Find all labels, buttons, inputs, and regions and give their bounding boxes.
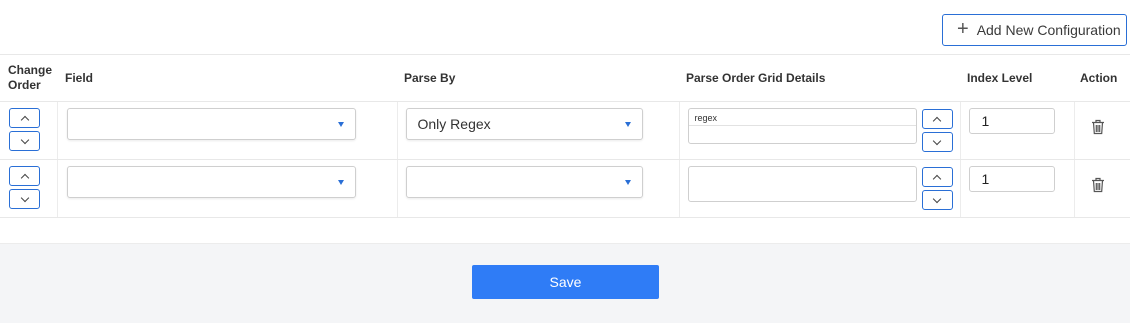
parse-by-cell [397, 159, 680, 218]
parse-details-cell [679, 159, 961, 218]
trash-icon[interactable] [1091, 177, 1105, 193]
parse-by-select-value: Only Regex [417, 116, 491, 132]
index-level-cell: 1 [960, 101, 1075, 160]
parse-by-select[interactable]: Only Regex [405, 108, 643, 140]
action-cell [1074, 101, 1130, 160]
header-parse-order-grid-details: Parse Order Grid Details [679, 54, 960, 102]
header-action: Action [1074, 54, 1130, 102]
parse-details-cell: regex [679, 101, 961, 160]
chevron-up-icon [20, 173, 29, 182]
chevron-up-icon [20, 115, 29, 124]
header-parse-by: Parse By [397, 54, 679, 102]
move-down-button[interactable] [9, 131, 40, 151]
index-level-cell: 1 [960, 159, 1075, 218]
parse-by-cell: Only Regex [397, 101, 680, 160]
details-down-button[interactable] [921, 190, 953, 210]
table-row: Only Regex regex 1 [0, 101, 1130, 160]
add-new-configuration-label: Add New Configuration [976, 22, 1121, 38]
change-order-cell [0, 101, 58, 160]
footer-bar: Save [0, 243, 1130, 323]
move-up-button[interactable] [9, 166, 40, 186]
field-cell [57, 159, 398, 218]
chevron-down-icon [932, 136, 942, 145]
field-select[interactable] [66, 166, 356, 198]
caret-down-icon [337, 180, 344, 185]
caret-down-icon [624, 122, 631, 127]
input-divider [688, 125, 916, 126]
table-row: 1 [0, 159, 1130, 218]
chevron-up-icon [932, 116, 942, 125]
save-button[interactable]: Save [472, 265, 659, 299]
parse-by-select[interactable] [405, 166, 643, 198]
toolbar: + Add New Configuration [0, 0, 1132, 54]
configuration-table: Change Order Field Parse By Parse Order … [0, 54, 1130, 218]
caret-down-icon [624, 180, 631, 185]
chevron-up-icon [932, 174, 942, 183]
caret-down-icon [337, 122, 344, 127]
parse-details-input[interactable]: regex [687, 108, 917, 144]
index-level-input[interactable]: 1 [968, 166, 1055, 192]
chevron-down-icon [932, 194, 942, 203]
add-new-configuration-button[interactable]: + Add New Configuration [942, 14, 1127, 46]
field-cell [57, 101, 398, 160]
details-up-button[interactable] [921, 109, 953, 129]
move-up-button[interactable] [9, 108, 40, 128]
field-select[interactable] [66, 108, 356, 140]
chevron-down-icon [20, 135, 29, 144]
details-down-button[interactable] [921, 132, 953, 152]
parse-details-value: regex [694, 113, 718, 123]
details-up-button[interactable] [921, 167, 953, 187]
plus-icon: + [957, 18, 969, 40]
header-field: Field [57, 54, 397, 102]
table-header-row: Change Order Field Parse By Parse Order … [0, 54, 1130, 102]
trash-icon[interactable] [1091, 119, 1105, 135]
header-change-order: Change Order [0, 54, 57, 102]
action-cell [1074, 159, 1130, 218]
change-order-cell [0, 159, 58, 218]
header-index-level: Index Level [960, 54, 1074, 102]
parse-details-input[interactable] [687, 166, 917, 202]
move-down-button[interactable] [9, 189, 40, 209]
index-level-input[interactable]: 1 [968, 108, 1055, 134]
chevron-down-icon [20, 193, 29, 202]
